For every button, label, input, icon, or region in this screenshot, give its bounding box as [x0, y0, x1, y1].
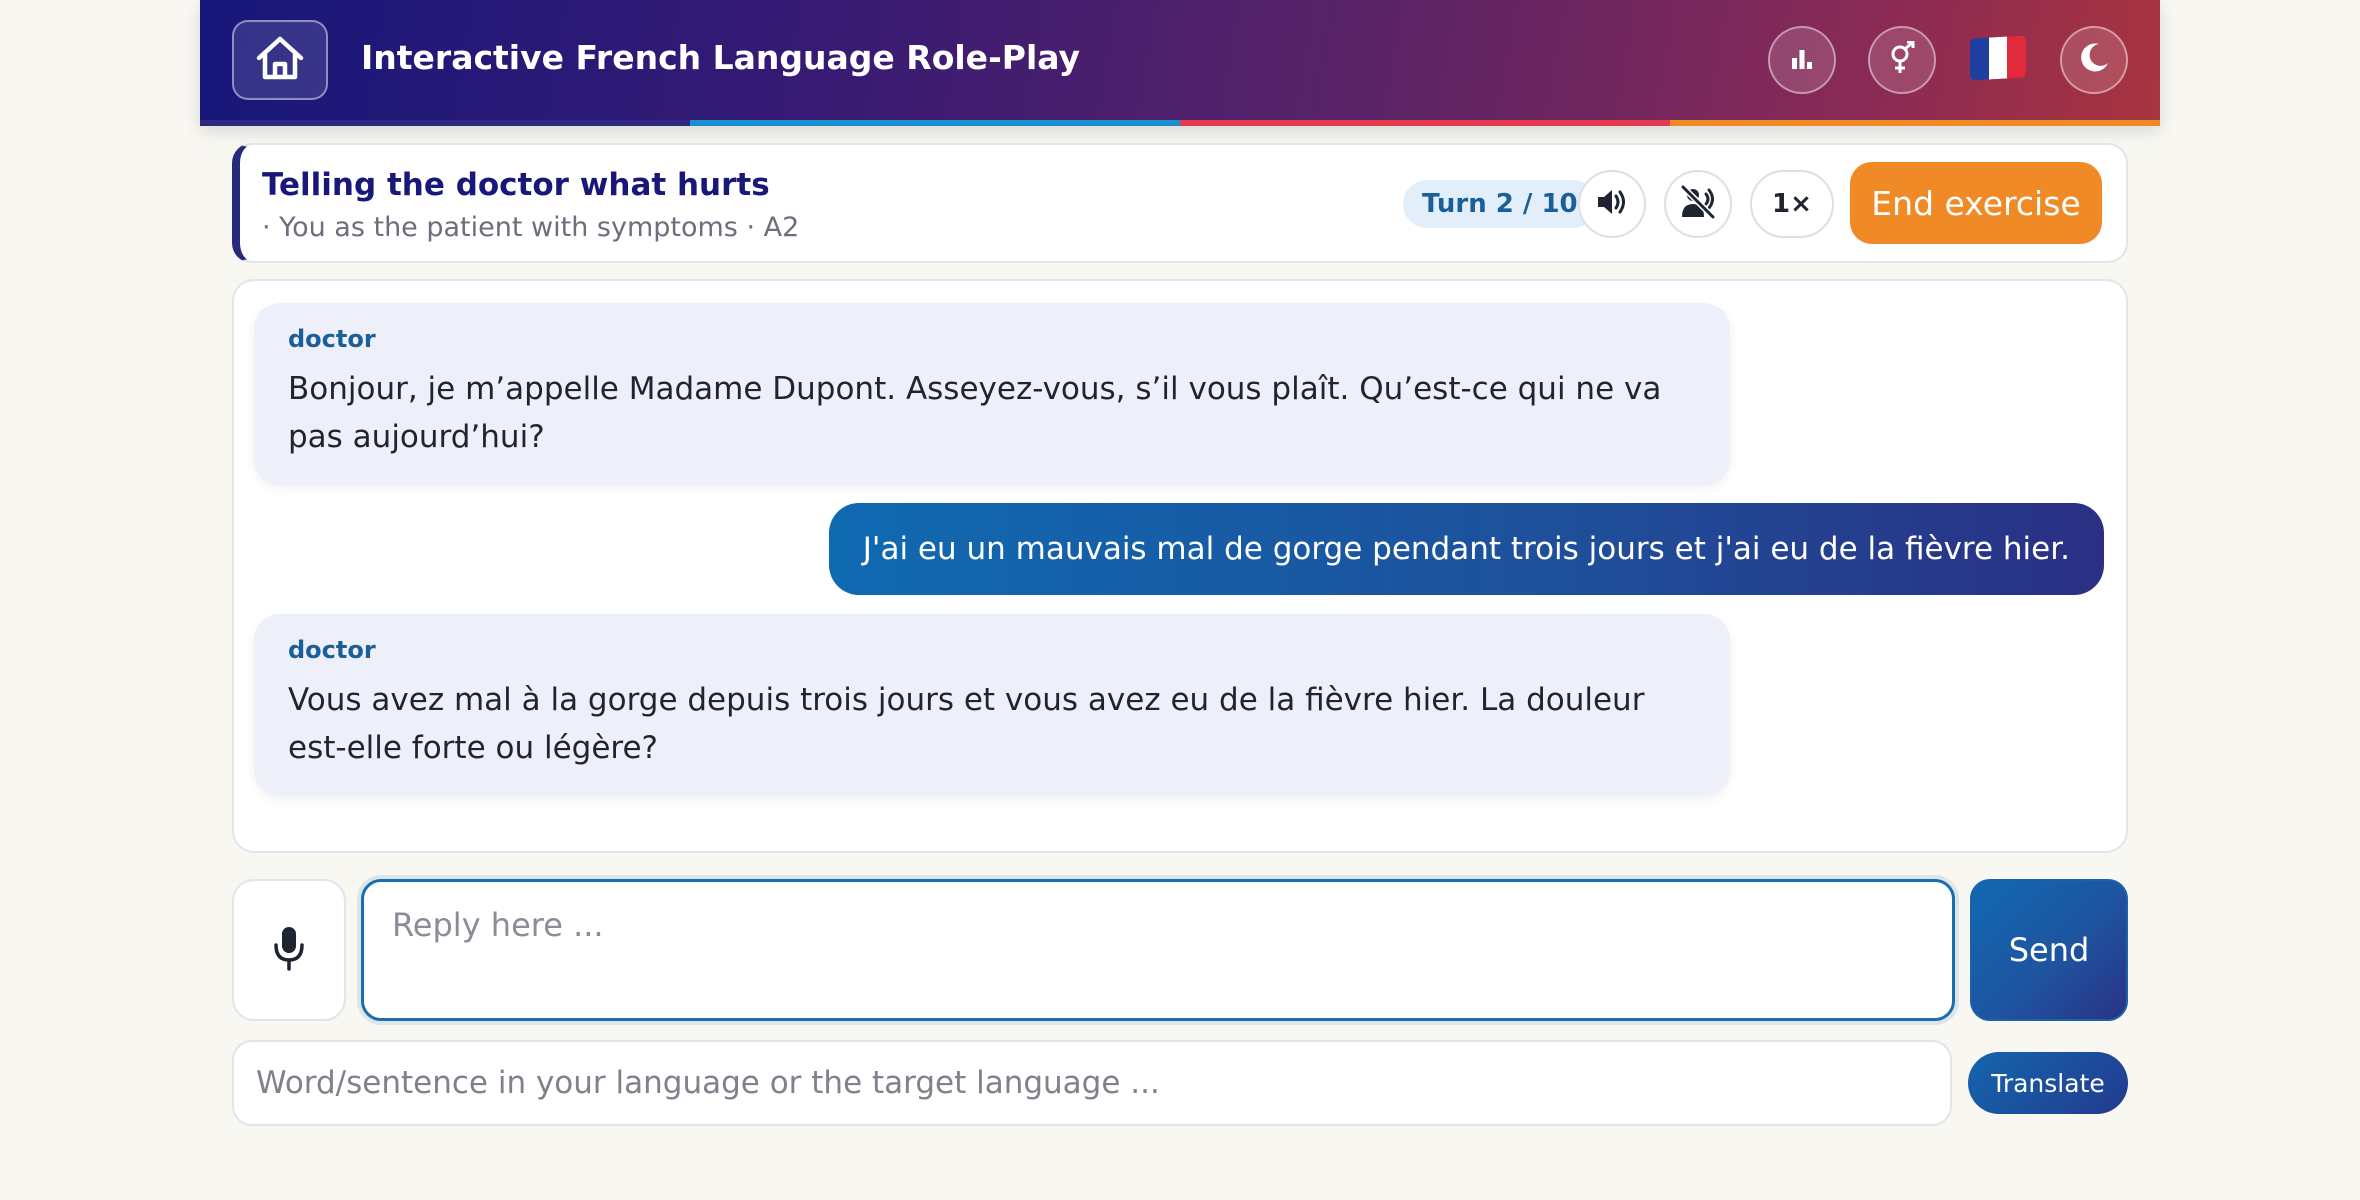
speaker-label: doctor	[288, 636, 376, 664]
stripe-navy	[200, 120, 690, 126]
gender-button[interactable]	[1868, 26, 1936, 94]
send-button[interactable]: Send	[1970, 879, 2128, 1021]
stats-button[interactable]	[1768, 26, 1836, 94]
exercise-title: Telling the doctor what hurts	[262, 167, 770, 203]
chart-icon	[1789, 45, 1815, 75]
message-text: Bonjour, je m’appelle Madame Dupont. Ass…	[288, 371, 1662, 455]
stripe-blue	[690, 120, 1180, 126]
reply-input[interactable]	[361, 879, 1955, 1021]
auto-speak-off-icon	[1679, 184, 1717, 223]
app-title: Interactive French Language Role-Play	[361, 38, 1081, 77]
speed-button[interactable]: 1×	[1750, 170, 1834, 238]
user-message: J'ai eu un mauvais mal de gorge pendant …	[828, 503, 2104, 595]
end-exercise-button[interactable]: End exercise	[1850, 162, 2102, 244]
speaker-label: doctor	[288, 325, 376, 353]
home-button[interactable]	[232, 20, 328, 100]
gender-icon	[1887, 40, 1917, 79]
doctor-message: doctor Bonjour, je m’appelle Madame Dupo…	[254, 303, 1730, 485]
app-header: Interactive French Language Role-Play	[200, 0, 2160, 126]
exercise-subtitle: · You as the patient with symptoms · A2	[262, 212, 800, 243]
doctor-message: doctor Vous avez mal à la gorge depuis t…	[254, 614, 1730, 796]
stripe-red	[1180, 120, 1670, 126]
auto-speak-toggle[interactable]	[1664, 170, 1732, 238]
translate-input[interactable]	[232, 1040, 1952, 1126]
translate-button[interactable]: Translate	[1968, 1052, 2128, 1114]
message-text: Vous avez mal à la gorge depuis trois jo…	[288, 682, 1645, 766]
header-stripes	[200, 120, 2160, 126]
stripe-orange	[1670, 120, 2160, 126]
turn-counter: Turn 2 / 10	[1403, 180, 1597, 228]
speaker-icon	[1595, 186, 1629, 222]
microphone-button[interactable]	[232, 879, 346, 1021]
exercise-bar: Telling the doctor what hurts · You as t…	[232, 143, 2128, 263]
chat-window: doctor Bonjour, je m’appelle Madame Dupo…	[232, 279, 2128, 853]
microphone-icon	[272, 925, 306, 975]
replay-audio-button[interactable]	[1578, 170, 1646, 238]
moon-icon	[2077, 41, 2111, 79]
dark-mode-toggle[interactable]	[2060, 26, 2128, 94]
home-icon	[254, 34, 306, 86]
french-flag-icon[interactable]	[1970, 35, 2026, 81]
